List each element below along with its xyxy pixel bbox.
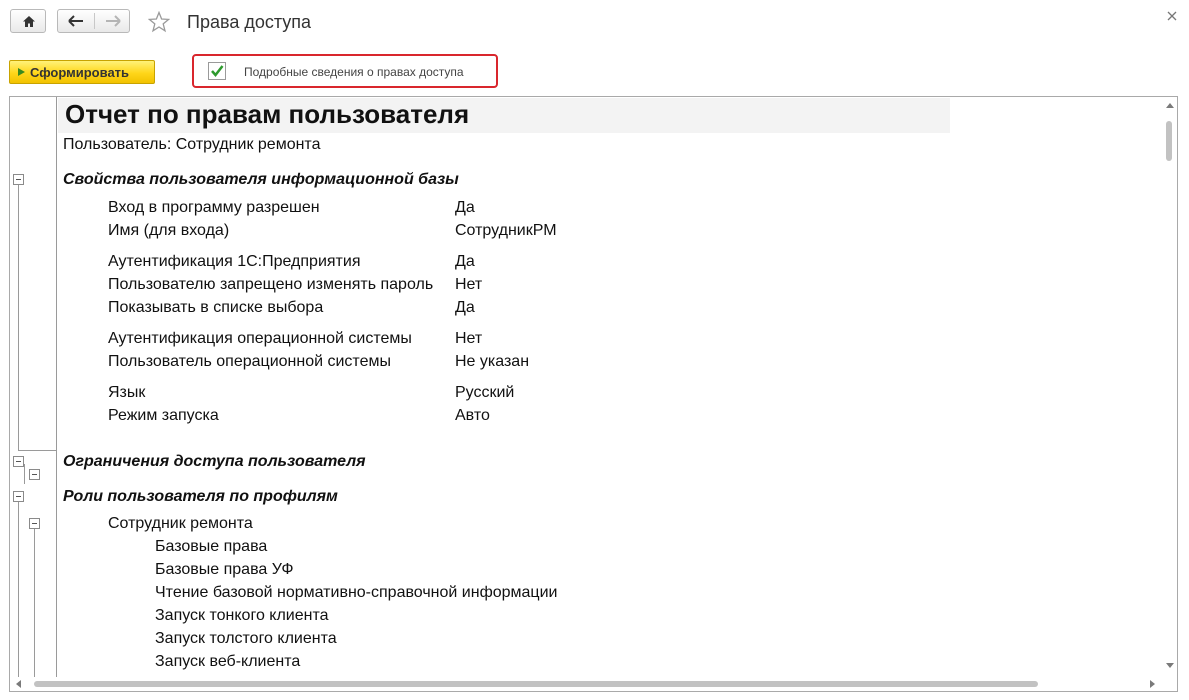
property-value: Да — [455, 199, 475, 216]
property-label: Вход в программу разрешен — [108, 199, 320, 216]
vertical-scroll-thumb[interactable] — [1166, 121, 1172, 161]
group-line — [34, 529, 35, 677]
role-item: Запуск тонкого клиента — [155, 607, 329, 624]
group-line — [56, 97, 57, 677]
scroll-up-icon[interactable] — [1166, 103, 1174, 108]
collapse-toggle-restrictions[interactable] — [13, 456, 24, 467]
vertical-scrollbar[interactable] — [1163, 97, 1177, 677]
report-user-line: Пользователь: Сотрудник ремонта — [63, 136, 321, 153]
property-label: Пользователь операционной системы — [108, 353, 391, 370]
property-value: Да — [455, 299, 475, 316]
property-label: Пользователю запрещено изменять пароль — [108, 276, 434, 293]
property-label: Язык — [108, 384, 146, 401]
group-line — [24, 464, 25, 484]
arrow-right-icon — [106, 15, 121, 27]
report-title: Отчет по правам пользователя — [65, 99, 470, 129]
role-item: Запуск толстого клиента — [155, 630, 337, 647]
home-icon — [23, 16, 35, 27]
detailed-info-checkbox[interactable] — [208, 62, 226, 80]
property-value: Авто — [455, 407, 490, 424]
group-line — [18, 450, 56, 451]
role-item: Базовые права — [155, 538, 268, 555]
property-value: Русский — [455, 384, 515, 401]
horizontal-scrollbar[interactable] — [10, 677, 1163, 691]
home-button[interactable] — [10, 9, 46, 33]
arrow-left-icon — [68, 15, 83, 27]
property-value: СотрудникРМ — [455, 222, 557, 239]
scroll-left-icon[interactable] — [16, 680, 21, 688]
property-label: Показывать в списке выбора — [108, 299, 324, 316]
forward-button[interactable] — [95, 10, 131, 32]
section-heading-roles: Роли пользователя по профилям — [63, 488, 338, 505]
window-title: Права доступа — [187, 12, 312, 32]
role-item: Запуск веб-клиента — [155, 653, 301, 670]
property-value: Не указан — [455, 353, 530, 370]
scroll-down-icon[interactable] — [1166, 663, 1174, 668]
back-button[interactable] — [58, 10, 94, 32]
collapse-toggle-profile[interactable] — [29, 518, 40, 529]
group-line — [18, 499, 19, 677]
collapse-toggle-restrictions-inner[interactable] — [29, 469, 40, 480]
check-mark-icon — [211, 65, 224, 77]
horizontal-scroll-thumb[interactable] — [34, 681, 1038, 687]
profile-name: Сотрудник ремонта — [108, 515, 253, 532]
section-heading-properties: Свойства пользователя информационной баз… — [63, 171, 459, 188]
history-navigation — [57, 9, 130, 33]
scroll-right-icon[interactable] — [1150, 680, 1155, 688]
property-label: Аутентификация операционной системы — [108, 330, 412, 347]
generate-button-label: Сформировать — [30, 64, 130, 80]
property-value: Нет — [455, 330, 483, 347]
property-value: Да — [455, 253, 475, 270]
close-icon[interactable] — [1167, 11, 1177, 21]
section-heading-restrictions: Ограничения доступа пользователя — [63, 453, 366, 470]
generate-button[interactable]: Сформировать — [9, 60, 155, 84]
property-label: Имя (для входа) — [108, 222, 230, 239]
report-document[interactable]: Отчет по правам пользователя Пользовател… — [9, 96, 1178, 692]
detailed-info-checkbox-label[interactable]: Подробные сведения о правах доступа — [244, 65, 464, 79]
play-icon — [18, 68, 25, 76]
star-icon[interactable] — [148, 11, 170, 33]
property-label: Режим запуска — [108, 407, 219, 424]
collapse-toggle-properties[interactable] — [13, 174, 24, 185]
property-label: Аутентификация 1С:Предприятия — [108, 253, 361, 270]
role-item: Базовые права УФ — [155, 561, 294, 578]
role-item: Чтение базовой нормативно-справочной инф… — [155, 584, 558, 601]
collapse-toggle-roles[interactable] — [13, 491, 24, 502]
group-line — [18, 180, 19, 450]
property-value: Нет — [455, 276, 483, 293]
